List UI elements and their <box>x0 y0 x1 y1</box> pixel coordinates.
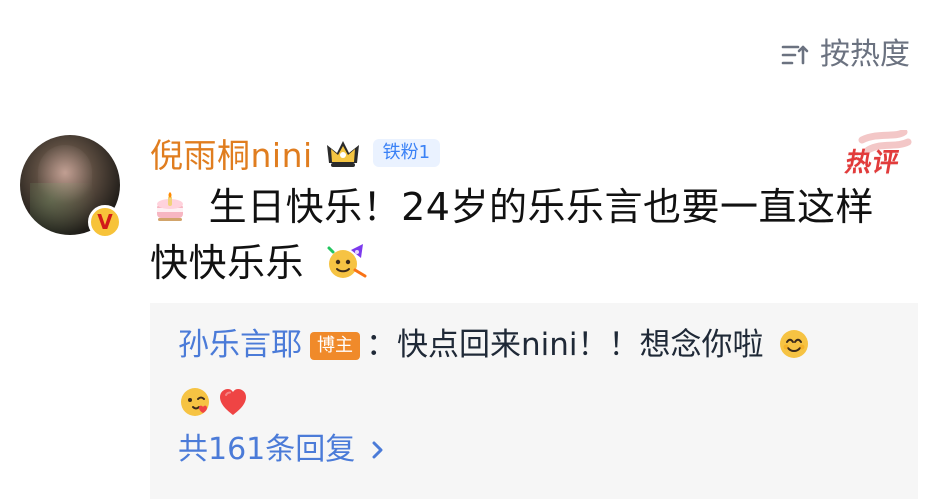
reply-preview[interactable]: 孙乐言耶 博主 ：快点回来nini！！想念你啦 共161条回复 <box>150 303 918 499</box>
crown-icon <box>323 135 363 171</box>
comment-header: 倪雨桐nini 铁粉1 <box>150 129 441 177</box>
hot-tag-label: 热评 <box>842 148 903 178</box>
verified-badge: V <box>88 205 122 239</box>
party-face-emoji <box>323 242 367 294</box>
comment-card: V 倪雨桐nini 铁粉1 热评 生日快乐！24岁的乐乐言也要一直这样快快乐乐 … <box>20 130 918 499</box>
sort-icon <box>780 41 810 69</box>
chevron-right-icon <box>369 437 387 463</box>
fan-level-badge: 铁粉1 <box>372 139 441 167</box>
comment-text: 生日快乐！24岁的乐乐言也要一直这样快快乐乐 <box>150 182 880 294</box>
replies-count-label: 共161条回复 <box>178 432 356 467</box>
hot-comment-tag: 热评 <box>838 130 918 182</box>
comment-body: 生日快乐！24岁的乐乐言也要一直这样快快乐乐 <box>150 185 874 285</box>
reply-emojis <box>777 325 811 377</box>
sort-by-hot-button[interactable]: 按热度 <box>780 40 910 70</box>
blogger-badge: 博主 <box>310 332 360 360</box>
red-heart-emoji <box>216 383 250 435</box>
face-blowing-kiss-emoji <box>178 383 212 435</box>
reply-emojis-line-2 <box>178 383 250 435</box>
reply-line: 孙乐言耶 博主 ：快点回来nini！！想念你啦 <box>178 319 888 435</box>
smiling-face-with-smiling-eyes-emoji <box>777 325 811 377</box>
reply-text: ：快点回来nini！！想念你啦 <box>366 327 764 363</box>
birthday-cake-emoji <box>150 186 190 238</box>
reply-author[interactable]: 孙乐言耶 <box>178 327 302 363</box>
view-replies-link[interactable]: 共161条回复 <box>178 435 387 465</box>
comment-username[interactable]: 倪雨桐nini <box>150 129 313 177</box>
sort-label: 按热度 <box>820 37 910 72</box>
